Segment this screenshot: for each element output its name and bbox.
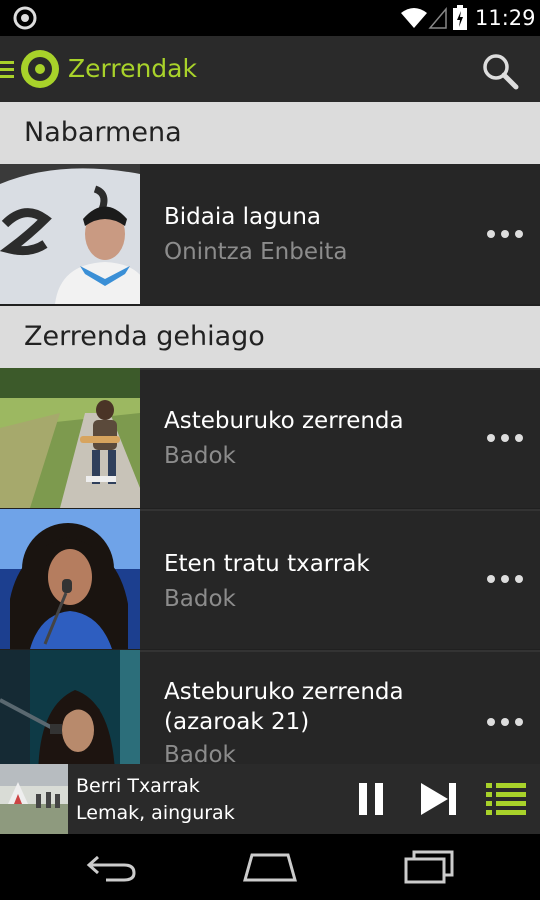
playlist-thumbnail — [0, 368, 140, 508]
list-item-subtitle: Onintza Enbeita — [164, 239, 348, 265]
section-header-more: Zerrenda gehiago — [0, 306, 540, 368]
row-divider — [140, 368, 540, 370]
queue-icon[interactable] — [486, 781, 526, 817]
skip-next-icon[interactable] — [420, 782, 458, 816]
signal-icon — [428, 6, 447, 29]
list-item[interactable]: Eten tratu txarrak Badok — [0, 509, 540, 649]
list-item-title: Asteburuko zerrenda (azaroak 21) — [164, 679, 404, 735]
wifi-icon — [401, 8, 427, 28]
section-header-label: Nabarmena — [24, 117, 182, 148]
list-item[interactable]: Asteburuko zerrenda Badok — [0, 368, 540, 508]
now-playing-track: Lemak, aingurak — [76, 802, 235, 824]
now-playing-thumbnail — [0, 764, 68, 834]
section-header-label: Zerrenda gehiago — [24, 321, 265, 352]
playlist-thumbnail — [0, 650, 140, 764]
search-icon[interactable] — [480, 51, 520, 91]
system-navigation-bar — [0, 834, 540, 900]
battery-charging-icon — [453, 5, 467, 30]
list-item-subtitle: Badok — [164, 586, 236, 612]
list-item-title: Bidaia laguna — [164, 204, 321, 230]
overflow-menu-icon[interactable] — [486, 224, 524, 244]
playlist-thumbnail — [0, 164, 140, 304]
back-icon[interactable] — [86, 853, 138, 883]
overflow-menu-icon[interactable] — [486, 712, 524, 732]
drawer-menu-icon[interactable] — [0, 59, 16, 79]
list-item-subtitle: Badok — [164, 742, 236, 764]
list-item[interactable]: Asteburuko zerrenda (azaroak 21) Badok — [0, 650, 540, 764]
recent-apps-icon[interactable] — [404, 849, 454, 885]
list-item-subtitle: Badok — [164, 443, 236, 469]
overflow-menu-icon[interactable] — [486, 428, 524, 448]
row-divider — [140, 509, 540, 511]
overflow-menu-icon[interactable] — [486, 569, 524, 589]
status-bar: 11:29 — [0, 0, 540, 36]
playlist-list[interactable]: Nabarmena Bidaia laguna Onintza Enbeita … — [0, 102, 540, 764]
list-item-title: Eten tratu txarrak — [164, 551, 370, 577]
playlist-thumbnail — [0, 509, 140, 649]
page-title: Zerrendak — [68, 54, 197, 83]
action-bar: Zerrendak — [0, 36, 540, 102]
status-time: 11:29 — [475, 6, 536, 30]
list-item-title: Asteburuko zerrenda — [164, 408, 404, 434]
now-playing-artist: Berri Txarrak — [76, 775, 200, 797]
section-header-featured: Nabarmena — [0, 102, 540, 164]
home-icon[interactable] — [242, 851, 298, 883]
app-logo-icon[interactable] — [20, 49, 60, 89]
pause-icon[interactable] — [357, 782, 385, 816]
now-playing-bar[interactable]: Berri Txarrak Lemak, aingurak — [0, 764, 540, 834]
list-item[interactable]: Bidaia laguna Onintza Enbeita — [0, 164, 540, 304]
row-divider — [140, 650, 540, 652]
notification-icon — [13, 6, 37, 30]
